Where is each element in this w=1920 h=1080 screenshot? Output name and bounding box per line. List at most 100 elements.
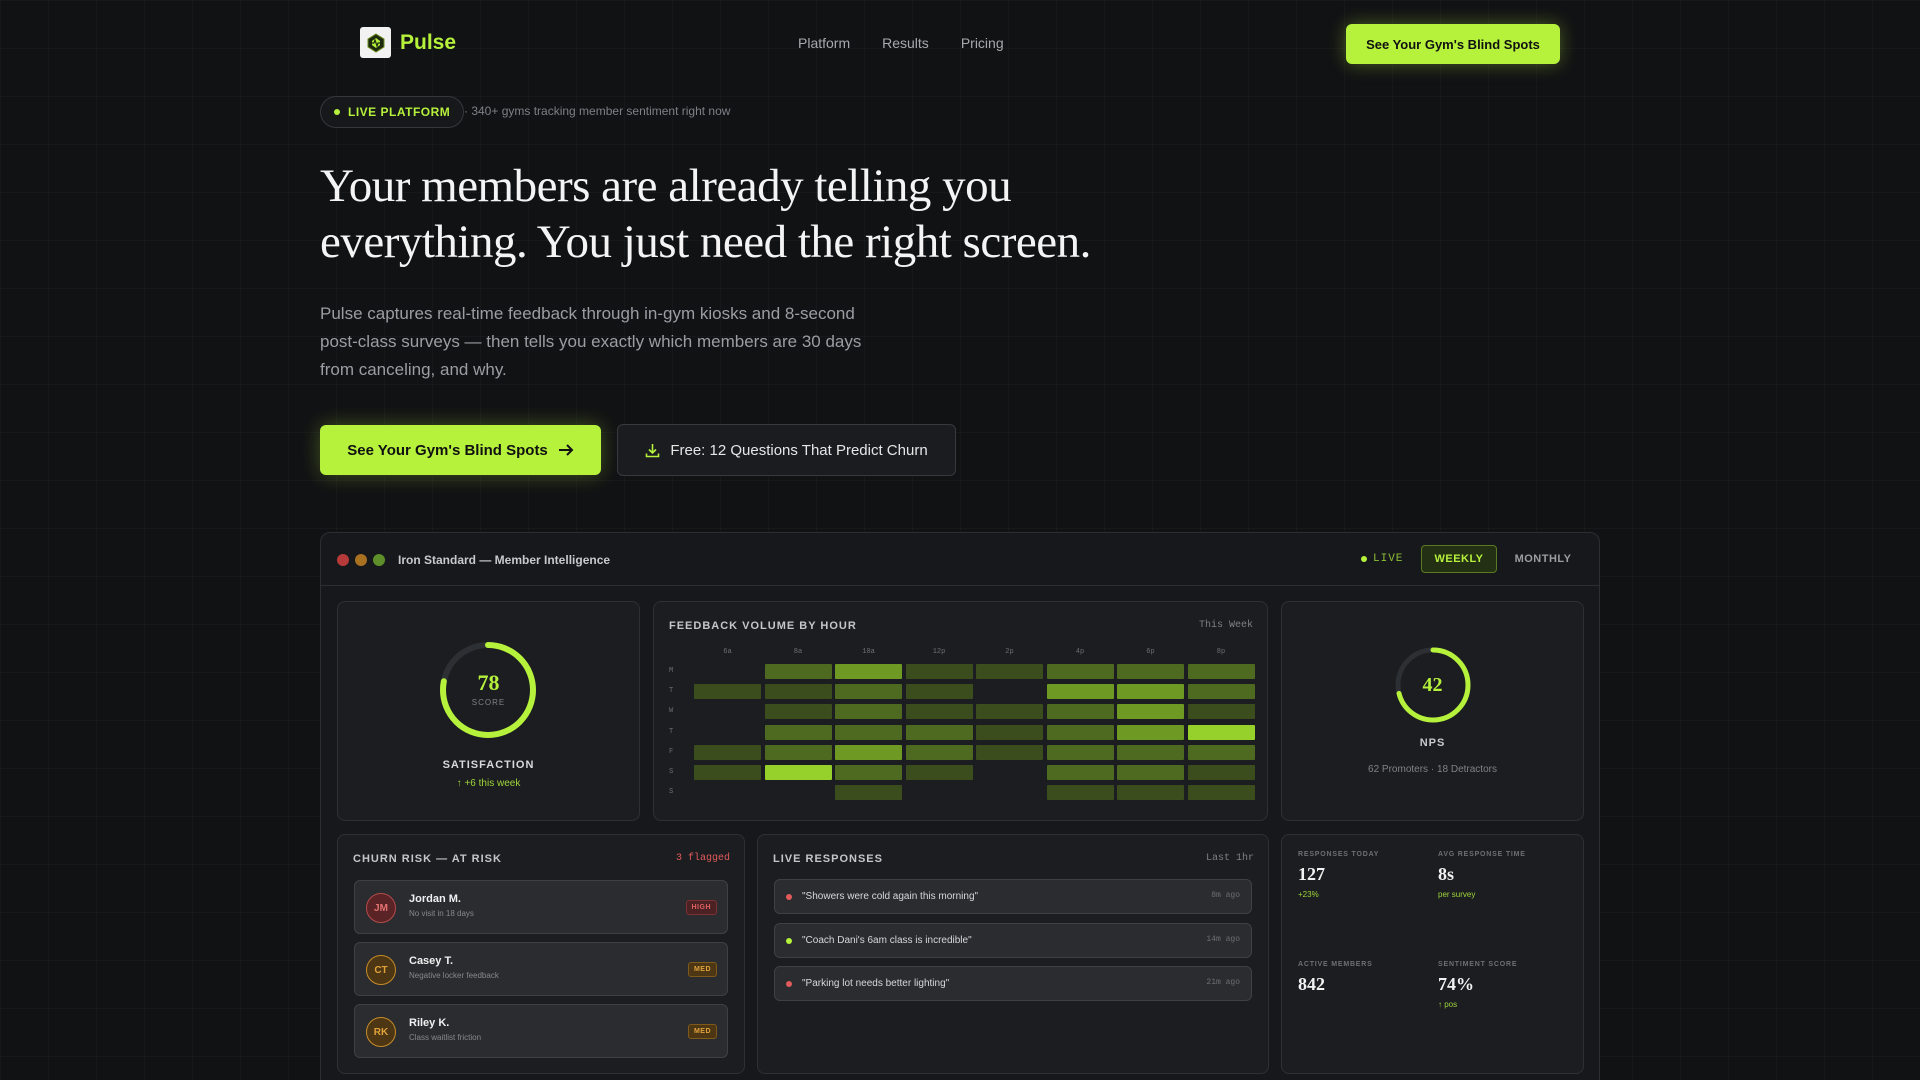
heatmap-cell[interactable] (835, 724, 902, 740)
heatmap-cell[interactable] (835, 744, 902, 760)
heatmap-cell[interactable] (1187, 744, 1255, 760)
member-name: Jordan M. (409, 893, 461, 905)
nav-link-results[interactable]: Results (882, 35, 929, 51)
response-item[interactable]: "Parking lot needs better lighting" 21m … (774, 966, 1252, 1001)
heatmap-cell[interactable] (976, 744, 1043, 760)
nps-label: NPS (1419, 737, 1446, 749)
heatmap-cell[interactable] (694, 664, 761, 679)
brand-name: Pulse (400, 30, 457, 54)
pill-subtext: · 340+ gyms tracking member sentiment ri… (464, 104, 731, 118)
heatmap-cell[interactable] (1187, 724, 1255, 740)
heatmap-row-label: T (669, 687, 674, 696)
heatmap-cell[interactable] (976, 785, 1043, 800)
download-guide-label: Free: 12 Questions That Predict Churn (670, 441, 928, 459)
heatmap-column-label: 8p (1216, 648, 1226, 656)
heatmap-cell[interactable] (835, 765, 902, 780)
heatmap-cell[interactable] (835, 664, 902, 679)
heatmap-cell[interactable] (694, 765, 761, 780)
nav-link-pricing[interactable]: Pricing (961, 35, 1004, 51)
download-guide-button[interactable]: Free: 12 Questions That Predict Churn (617, 424, 956, 476)
member-reason: Negative locker feedback (409, 971, 499, 980)
heatmap-cell[interactable] (764, 724, 832, 740)
response-time: 21m ago (1206, 978, 1240, 987)
heatmap-cell[interactable] (694, 785, 761, 800)
heatmap-cell[interactable] (835, 684, 902, 700)
heatmap-cell[interactable] (835, 785, 902, 801)
heatmap-cell[interactable] (1187, 785, 1255, 801)
heatmap-cell[interactable] (905, 765, 973, 780)
responses-window: Last 1hr (1205, 853, 1254, 864)
heatmap-cell[interactable] (694, 704, 761, 719)
member-reason: Class waitlist friction (409, 1033, 482, 1042)
satisfaction-card: 78 SCORE SATISFACTION ↑ +6 this week (337, 601, 640, 821)
heatmap-cell[interactable] (976, 684, 1043, 699)
nav-cta-button[interactable]: See Your Gym's Blind Spots (1346, 24, 1560, 64)
response-item[interactable]: "Coach Dani's 6am class is incredible" 1… (774, 923, 1252, 958)
heatmap-row-label: T (669, 727, 674, 736)
heatmap-cell[interactable] (1046, 785, 1114, 801)
heatmap-cell[interactable] (694, 744, 761, 760)
heatmap-cell[interactable] (905, 664, 973, 679)
brand-logo[interactable]: Pulse (360, 27, 456, 58)
nps-breakdown: 62 Promoters · 18 Detractors (1368, 764, 1497, 775)
heatmap-cell[interactable] (764, 704, 832, 720)
nav-link-platform[interactable]: Platform (798, 35, 850, 51)
top-nav: Pulse Platform Results Pricing See Your … (0, 0, 1920, 86)
heatmap-cell[interactable] (1117, 744, 1184, 760)
heatmap-cell[interactable] (765, 785, 832, 800)
heatmap-cell[interactable] (1117, 724, 1184, 740)
heatmap-cell[interactable] (835, 704, 902, 720)
heatmap-cell[interactable] (976, 765, 1043, 780)
satisfaction-delta: ↑ +6 this week (456, 778, 521, 789)
heatmap-cell[interactable] (905, 684, 973, 700)
heatmap-cell[interactable] (1046, 704, 1114, 720)
heatmap-cell[interactable] (905, 704, 973, 720)
stats-card: RESPONSES TODAY 127 +23% AVG RESPONSE TI… (1281, 834, 1584, 1074)
tab-monthly[interactable]: MONTHLY (1505, 545, 1581, 573)
churn-member-row[interactable]: JM Jordan M. No visit in 18 days HIGH (354, 880, 728, 934)
heatmap-cell[interactable] (1117, 664, 1184, 679)
live-label: LIVE (1373, 553, 1404, 565)
heatmap-cell[interactable] (764, 765, 832, 780)
heatmap-cell[interactable] (1046, 724, 1114, 740)
churn-member-row[interactable]: CT Casey T. Negative locker feedback MED (354, 942, 728, 996)
heatmap-cell[interactable] (1117, 765, 1184, 780)
heatmap-cell[interactable] (694, 725, 761, 740)
heatmap-cell[interactable] (1187, 704, 1255, 720)
maximize-dot-icon[interactable] (373, 554, 385, 566)
heatmap-cell[interactable] (764, 744, 832, 760)
close-dot-icon[interactable] (337, 554, 349, 566)
churn-member-row[interactable]: RK Riley K. Class waitlist friction MED (354, 1004, 728, 1058)
heatmap-cell[interactable] (905, 744, 973, 760)
response-item[interactable]: "Showers were cold again this morning" 8… (774, 879, 1252, 914)
heatmap-cell[interactable] (1187, 765, 1255, 780)
heatmap-cell[interactable] (1117, 785, 1184, 801)
heatmap-range: This Week (1198, 620, 1253, 631)
minimize-dot-icon[interactable] (355, 554, 367, 566)
stat-responses-today: RESPONSES TODAY 127 +23% (1298, 851, 1428, 899)
heatmap-cell[interactable] (976, 664, 1043, 679)
member-name: Casey T. (409, 955, 454, 967)
heatmap-cell[interactable] (906, 785, 973, 800)
heatmap-cell[interactable] (1187, 664, 1255, 679)
heatmap-cell[interactable] (1117, 704, 1184, 720)
dashboard-header: Iron Standard — Member Intelligence LIVE… (321, 533, 1599, 586)
heatmap-cell[interactable] (1046, 684, 1114, 700)
heatmap-cell[interactable] (694, 684, 761, 700)
primary-cta-button[interactable]: See Your Gym's Blind Spots (320, 425, 601, 475)
heatmap-cell[interactable] (905, 724, 973, 740)
heatmap-column-label: 4p (1075, 648, 1085, 656)
heatmap-cell[interactable] (976, 724, 1043, 740)
avatar: JM (366, 893, 396, 923)
heatmap-cell[interactable] (1187, 684, 1255, 700)
heatmap-cell[interactable] (1117, 684, 1184, 700)
tab-weekly[interactable]: WEEKLY (1421, 545, 1497, 573)
heatmap-cell[interactable] (764, 684, 832, 700)
stat-avg-response-time: AVG RESPONSE TIME 8s per survey (1438, 851, 1568, 899)
heatmap-cell[interactable] (976, 704, 1043, 720)
heatmap-cell[interactable] (1046, 744, 1114, 760)
response-text: "Coach Dani's 6am class is incredible" (802, 935, 972, 946)
heatmap-cell[interactable] (1046, 664, 1114, 679)
heatmap-cell[interactable] (1046, 765, 1114, 780)
heatmap-cell[interactable] (764, 664, 832, 679)
